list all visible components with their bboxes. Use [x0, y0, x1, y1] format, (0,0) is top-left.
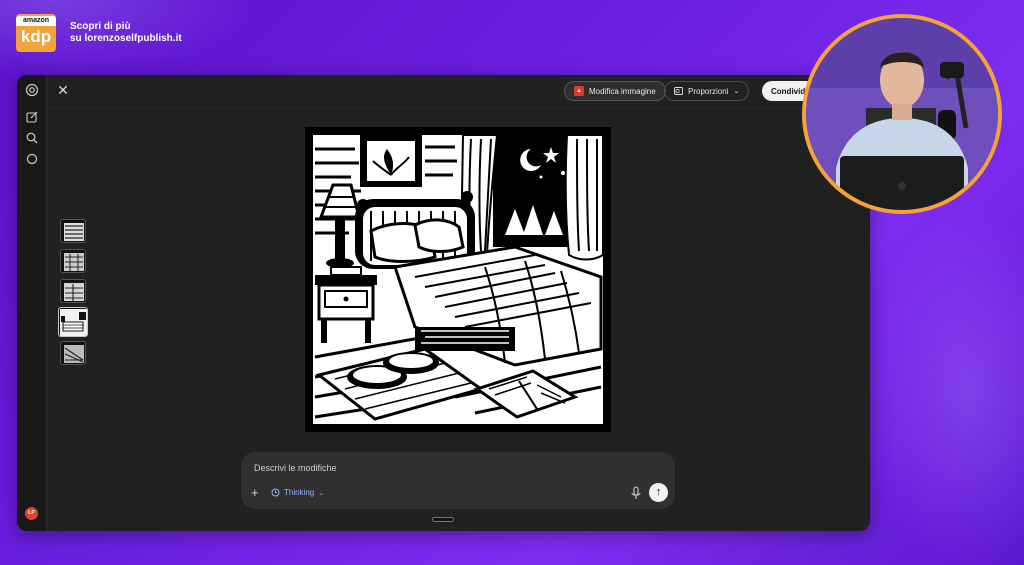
share-label: Condividi — [771, 86, 808, 96]
send-button[interactable]: ↑ — [649, 483, 668, 502]
chevron-down-icon: ⌄ — [733, 88, 740, 95]
presenter-image — [806, 18, 998, 210]
proportions-button[interactable]: Proporzioni ⌄ — [664, 81, 750, 101]
pdf-icon: ▲ — [574, 86, 584, 96]
close-icon[interactable]: ✕ — [55, 82, 71, 98]
background-glow — [860, 210, 1024, 565]
image-thumbnail-selected[interactable] — [58, 307, 88, 337]
edit-image-button[interactable]: ▲ Modifica immagine — [564, 81, 666, 101]
openai-logo-icon[interactable] — [24, 82, 40, 98]
proportions-label: Proporzioni — [688, 86, 729, 96]
edit-image-label: Modifica immagine — [589, 86, 656, 96]
new-chat-icon[interactable] — [24, 109, 40, 125]
search-icon[interactable] — [24, 130, 40, 146]
user-avatar[interactable]: LP — [25, 507, 38, 520]
thinking-mode-selector[interactable]: Thinking ⌄ — [271, 488, 324, 497]
amazon-label: amazon — [16, 16, 56, 26]
generated-image[interactable] — [305, 127, 611, 432]
app-window: LP ✕ ▲ Modifica immagine Proporzioni ⌄ C… — [17, 75, 870, 531]
kdp-label: kdp — [20, 27, 52, 46]
kdp-branding: amazon kdp Scopri di più su lorenzoselfp… — [16, 14, 182, 52]
thinking-label: Thinking — [284, 488, 315, 497]
microphone-icon[interactable] — [630, 486, 642, 500]
header-divider — [47, 108, 870, 109]
webcam-overlay — [802, 14, 1002, 214]
thinking-icon — [271, 488, 280, 497]
brand-line-1: Scopri di più — [70, 21, 131, 32]
add-attachment-icon[interactable]: + — [251, 486, 259, 499]
brand-text: Scopri di più su lorenzoselfpublish.it — [70, 21, 182, 45]
resize-handle[interactable] — [432, 517, 454, 522]
image-thumbnail[interactable] — [60, 341, 86, 365]
image-thumbnail[interactable] — [60, 249, 86, 273]
image-thumbnail[interactable] — [60, 219, 86, 243]
brand-line-2: su lorenzoselfpublish.it — [70, 33, 182, 44]
kdp-logo: amazon kdp — [16, 14, 56, 52]
aspect-ratio-icon — [674, 87, 683, 95]
prompt-input[interactable]: Descrivi le modifiche — [254, 463, 337, 473]
chat-bubble-icon[interactable] — [24, 151, 40, 167]
image-thumbnail[interactable] — [60, 279, 86, 303]
chevron-down-icon: ⌄ — [318, 489, 325, 497]
sidebar-rail: LP — [17, 75, 47, 531]
prompt-box[interactable]: Descrivi le modifiche + Thinking ⌄ ↑ — [241, 452, 675, 509]
